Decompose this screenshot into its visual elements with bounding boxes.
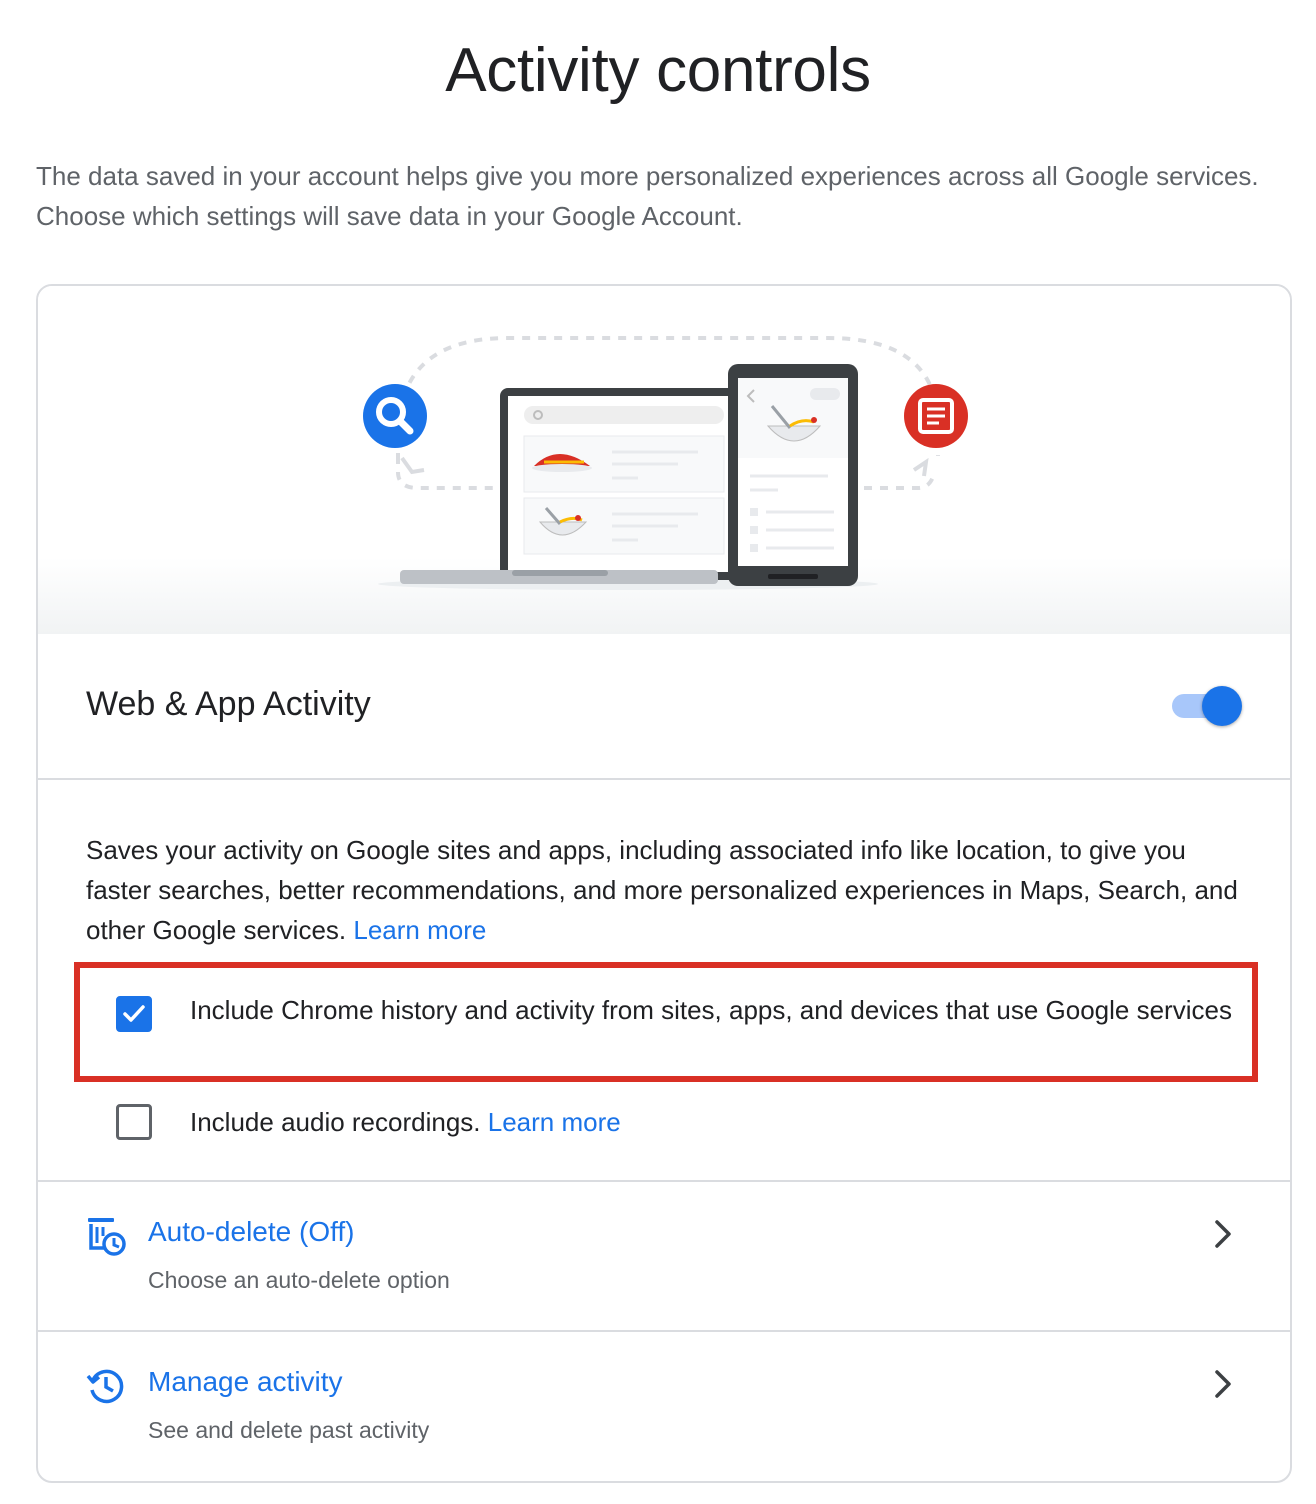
audio-recordings-option[interactable]: Include audio recordings. Learn more (116, 1102, 1266, 1142)
auto-delete-subtitle: Choose an auto-delete option (148, 1267, 450, 1293)
audio-recordings-checkbox[interactable] (116, 1104, 152, 1140)
manage-activity-row[interactable]: Manage activity See and delete past acti… (38, 1332, 1290, 1480)
history-icon (86, 1369, 124, 1404)
chrome-history-option[interactable]: Include Chrome history and activity from… (116, 990, 1266, 1070)
auto-delete-title: Auto-delete (Off) (148, 1216, 355, 1247)
manage-activity-subtitle: See and delete past activity (148, 1417, 430, 1443)
auto-delete-icon (88, 1218, 126, 1256)
web-app-activity-toggle[interactable] (1170, 686, 1244, 726)
page-intro: The data saved in your account helps giv… (36, 161, 1259, 231)
section-description: Saves your activity on Google sites and … (86, 830, 1246, 950)
audio-learn-more-link[interactable]: Learn more (488, 1107, 621, 1137)
manage-activity-title: Manage activity (148, 1366, 343, 1397)
hero-illustration (38, 286, 1290, 634)
chrome-history-checkbox[interactable] (116, 996, 152, 1032)
audio-recordings-text: Include audio recordings. (190, 1107, 481, 1137)
description-text: Saves your activity on Google sites and … (86, 835, 1238, 945)
search-icon (363, 384, 427, 448)
chevron-right-icon (1215, 1220, 1231, 1248)
auto-delete-row[interactable]: Auto-delete (Off) Choose an auto-delete … (38, 1182, 1290, 1330)
toggle-knob (1202, 686, 1242, 726)
chrome-history-label: Include Chrome history and activity from… (190, 995, 1232, 1025)
phone-icon (728, 364, 858, 586)
web-app-activity-header: Web & App Activity (38, 634, 1290, 780)
checkmark-icon (123, 1005, 145, 1022)
activity-card: Web & App Activity Saves your activity o… (36, 284, 1292, 1483)
page-title: Activity controls (445, 36, 871, 105)
learn-more-link[interactable]: Learn more (353, 915, 486, 945)
section-title: Web & App Activity (86, 685, 371, 723)
laptop-icon (400, 388, 748, 584)
document-icon (904, 384, 968, 448)
chevron-right-icon (1215, 1370, 1231, 1398)
audio-recordings-label: Include audio recordings. Learn more (190, 1102, 1260, 1142)
